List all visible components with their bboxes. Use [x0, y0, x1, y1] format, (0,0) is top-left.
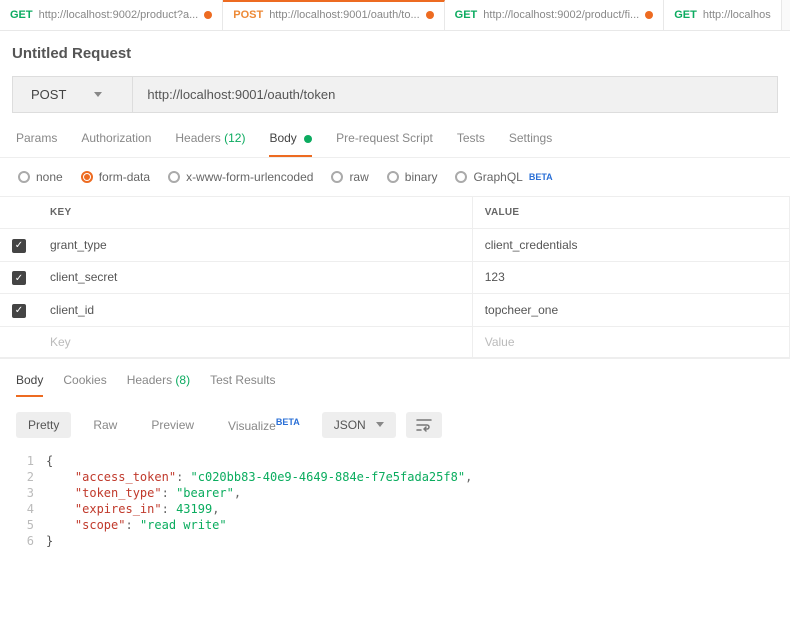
- view-raw[interactable]: Raw: [81, 412, 129, 438]
- view-label: Visualize: [228, 419, 276, 433]
- cell-value[interactable]: topcheer_one: [472, 294, 789, 327]
- cell-value[interactable]: 123: [472, 261, 789, 294]
- radio-icon: [81, 171, 93, 183]
- resp-tab-cookies[interactable]: Cookies: [63, 373, 106, 397]
- json-code: { "access_token": "c020bb83-40e9-4649-88…: [46, 453, 472, 549]
- response-body[interactable]: 1 2 3 4 5 6 { "access_token": "c020bb83-…: [0, 453, 790, 565]
- tab-url: http://localhost:9002/product/fi...: [483, 9, 639, 21]
- tab-url: http://localhost:9001/oauth/to...: [269, 9, 419, 21]
- radio-icon: [455, 171, 467, 183]
- tab-method: POST: [233, 9, 263, 21]
- table-row: grant_type client_credentials: [0, 229, 790, 262]
- request-tab[interactable]: GET http://localhost:9002/product?a...: [0, 0, 223, 30]
- tab-tests[interactable]: Tests: [457, 131, 485, 157]
- type-label: JSON: [334, 418, 366, 432]
- radio-label: binary: [405, 170, 438, 184]
- request-section-tabs: Params Authorization Headers (12) Body P…: [0, 113, 790, 158]
- radio-icon: [331, 171, 343, 183]
- unsaved-dot-icon: [204, 11, 212, 19]
- row-checkbox[interactable]: [12, 271, 26, 285]
- tab-method: GET: [674, 9, 697, 21]
- col-value: VALUE: [472, 197, 789, 229]
- bodytype-raw[interactable]: raw: [331, 170, 368, 184]
- radio-label: raw: [349, 170, 368, 184]
- request-tab[interactable]: GET http://localhost:9002/product/fi...: [445, 0, 665, 30]
- tab-headers[interactable]: Headers (12): [175, 131, 245, 157]
- table-row: client_id topcheer_one: [0, 294, 790, 327]
- response-toolbar: Pretty Raw Preview VisualizeBETA JSON: [0, 397, 790, 453]
- request-tabs: GET http://localhost:9002/product?a... P…: [0, 0, 790, 31]
- request-tab[interactable]: POST http://localhost:9001/oauth/to...: [223, 0, 444, 30]
- tab-authorization[interactable]: Authorization: [81, 131, 151, 157]
- radio-label: x-www-form-urlencoded: [186, 170, 313, 184]
- tab-label: Headers: [175, 131, 220, 145]
- tab-label: Body: [269, 131, 296, 145]
- request-tab[interactable]: GET http://localhos: [664, 0, 782, 30]
- tab-method: GET: [10, 9, 33, 21]
- response-tabs: Body Cookies Headers (8) Test Results: [0, 358, 790, 397]
- cell-key[interactable]: client_secret: [38, 261, 472, 294]
- radio-label: form-data: [99, 170, 150, 184]
- cell-key[interactable]: grant_type: [38, 229, 472, 262]
- cell-key-placeholder[interactable]: Key: [38, 326, 472, 357]
- tab-method: GET: [455, 9, 478, 21]
- table-row-empty: Key Value: [0, 326, 790, 357]
- form-data-table: KEY VALUE grant_type client_credentials …: [0, 197, 790, 358]
- bodytype-urlencoded[interactable]: x-www-form-urlencoded: [168, 170, 313, 184]
- view-visualize[interactable]: VisualizeBETA: [216, 411, 312, 439]
- resp-tab-testresults[interactable]: Test Results: [210, 373, 275, 397]
- tab-settings[interactable]: Settings: [509, 131, 552, 157]
- radio-icon: [387, 171, 399, 183]
- beta-badge: BETA: [276, 417, 300, 427]
- request-title[interactable]: Untitled Request: [0, 31, 790, 76]
- tab-url: http://localhos: [703, 9, 771, 21]
- response-type-select[interactable]: JSON: [322, 412, 396, 438]
- resp-tab-headers[interactable]: Headers (8): [127, 373, 190, 397]
- wrap-lines-button[interactable]: [406, 412, 442, 438]
- unsaved-dot-icon: [426, 11, 434, 19]
- table-row: client_secret 123: [0, 261, 790, 294]
- bodytype-binary[interactable]: binary: [387, 170, 438, 184]
- wrap-icon: [416, 418, 432, 432]
- col-key: KEY: [38, 197, 472, 229]
- tab-params[interactable]: Params: [16, 131, 57, 157]
- cell-value[interactable]: client_credentials: [472, 229, 789, 262]
- cell-key[interactable]: client_id: [38, 294, 472, 327]
- line-gutter: 1 2 3 4 5 6: [16, 453, 46, 549]
- radio-label: GraphQL: [473, 170, 522, 184]
- chevron-down-icon: [376, 422, 384, 427]
- row-checkbox[interactable]: [12, 304, 26, 318]
- body-type-row: none form-data x-www-form-urlencoded raw…: [0, 158, 790, 197]
- radio-label: none: [36, 170, 63, 184]
- method-select[interactable]: POST: [13, 77, 133, 112]
- beta-badge: BETA: [529, 172, 553, 182]
- radio-icon: [18, 171, 30, 183]
- view-pretty[interactable]: Pretty: [16, 412, 71, 438]
- active-dot-icon: [304, 135, 312, 143]
- radio-icon: [168, 171, 180, 183]
- bodytype-formdata[interactable]: form-data: [81, 170, 150, 184]
- tab-body[interactable]: Body: [269, 131, 312, 157]
- bodytype-none[interactable]: none: [18, 170, 63, 184]
- cell-value-placeholder[interactable]: Value: [472, 326, 789, 357]
- resp-tab-body[interactable]: Body: [16, 373, 43, 397]
- unsaved-dot-icon: [645, 11, 653, 19]
- tab-url: http://localhost:9002/product?a...: [39, 9, 199, 21]
- tab-count: (12): [224, 131, 245, 145]
- url-input[interactable]: [133, 77, 777, 112]
- url-bar: POST: [12, 76, 778, 113]
- method-label: POST: [31, 87, 66, 102]
- tab-prerequest[interactable]: Pre-request Script: [336, 131, 433, 157]
- tab-count: (8): [175, 373, 190, 387]
- view-preview[interactable]: Preview: [139, 412, 206, 438]
- tab-label: Headers: [127, 373, 172, 387]
- bodytype-graphql[interactable]: GraphQL BETA: [455, 170, 552, 184]
- chevron-down-icon: [94, 92, 102, 97]
- row-checkbox[interactable]: [12, 239, 26, 253]
